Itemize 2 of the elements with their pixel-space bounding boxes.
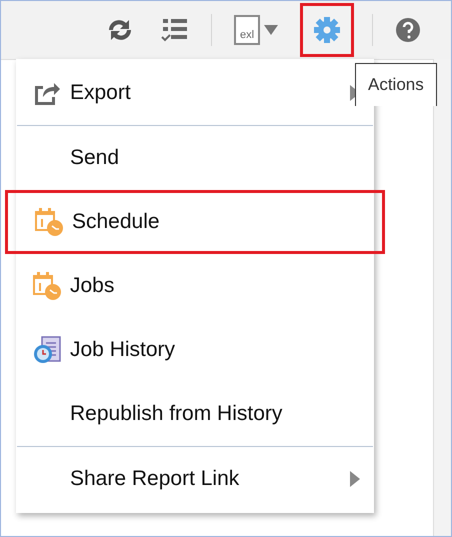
spreadsheet-file-icon: exl [234,15,260,45]
tooltip: Actions [355,63,437,106]
